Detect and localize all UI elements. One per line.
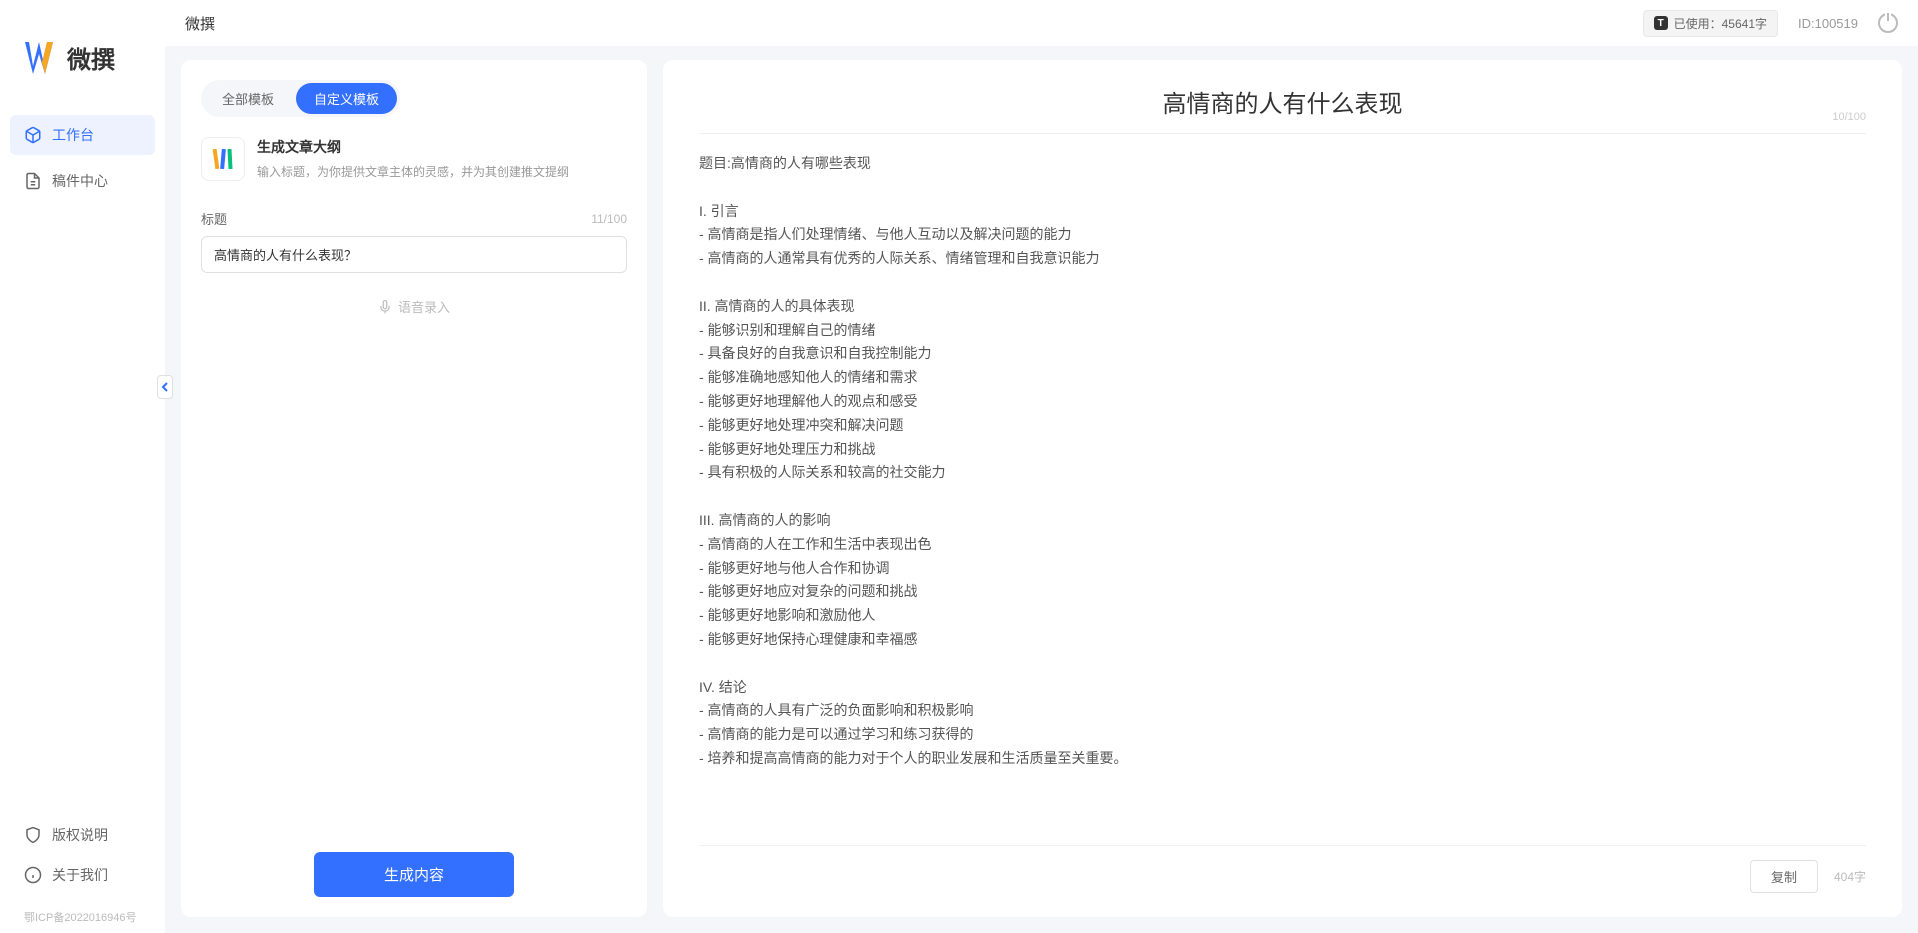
nav-item-drafts[interactable]: 稿件中心 <box>10 161 155 201</box>
footer-nav: 版权说明 关于我们 <box>0 815 165 905</box>
text-icon: T <box>1654 16 1668 30</box>
usage-badge[interactable]: T 已使用：45641字 <box>1643 10 1778 37</box>
output-panel: 高情商的人有什么表现 10/100 题目:高情商的人有哪些表现 I. 引言 - … <box>663 60 1902 917</box>
footer-label: 版权说明 <box>52 825 108 845</box>
sidebar-collapse-button[interactable] <box>157 375 173 399</box>
chevron-left-icon <box>161 382 169 392</box>
char-counter: 11/100 <box>591 212 627 226</box>
nav-item-workbench[interactable]: 工作台 <box>10 115 155 155</box>
user-id: ID:100519 <box>1798 16 1858 31</box>
usage-text: 已使用：45641字 <box>1674 15 1767 32</box>
cube-icon <box>24 126 42 144</box>
header: 微撰 T 已使用：45641字 ID:100519 <box>165 0 1918 46</box>
title-input[interactable] <box>201 236 627 273</box>
main-content: 全部模板 自定义模板 生成文章大纲 输入标题，为你提供文章主体的灵感，并为其创建… <box>165 0 1918 933</box>
footer-about[interactable]: 关于我们 <box>10 855 155 895</box>
template-card: 生成文章大纲 输入标题，为你提供文章主体的灵感，并为其创建推文提纲 <box>201 137 627 181</box>
microphone-icon <box>378 300 392 314</box>
generate-button[interactable]: 生成内容 <box>314 852 514 897</box>
document-icon <box>24 172 42 190</box>
copy-button[interactable]: 复制 <box>1750 860 1818 893</box>
footer-label: 关于我们 <box>52 865 108 885</box>
logo: 微撰 <box>0 20 165 115</box>
shield-icon <box>24 826 42 844</box>
header-right: T 已使用：45641字 ID:100519 <box>1643 10 1898 37</box>
template-icon <box>201 137 245 181</box>
nav-label: 稿件中心 <box>52 171 108 191</box>
page-title: 微撰 <box>185 13 215 34</box>
logo-icon <box>25 42 59 74</box>
sidebar: 微撰 工作台 稿件中心 版权说明 关于我们 鄂ICP备2022016946 <box>0 0 165 933</box>
tab-all-templates[interactable]: 全部模板 <box>204 83 292 114</box>
output-title: 高情商的人有什么表现 <box>699 84 1866 119</box>
input-panel: 全部模板 自定义模板 生成文章大纲 输入标题，为你提供文章主体的灵感，并为其创建… <box>181 60 647 917</box>
word-count: 404字 <box>1834 868 1866 885</box>
output-footer: 复制 404字 <box>699 845 1866 893</box>
icp-text: 鄂ICP备2022016946号 <box>0 905 165 933</box>
template-desc: 输入标题，为你提供文章主体的灵感，并为其创建推文提纲 <box>257 163 569 181</box>
info-icon <box>24 866 42 884</box>
output-top-counter: 10/100 <box>1832 111 1866 123</box>
title-label: 标题 <box>201 209 227 228</box>
brand-name: 微撰 <box>67 40 115 75</box>
footer-copyright[interactable]: 版权说明 <box>10 815 155 855</box>
template-tabs: 全部模板 自定义模板 <box>201 80 400 117</box>
output-body: 题目:高情商的人有哪些表现 I. 引言 - 高情商是指人们处理情绪、与他人互动以… <box>699 152 1866 831</box>
power-button[interactable] <box>1878 13 1898 33</box>
nav-label: 工作台 <box>52 125 94 145</box>
voice-label: 语音录入 <box>398 297 450 316</box>
tab-custom-templates[interactable]: 自定义模板 <box>296 83 397 114</box>
main-nav: 工作台 稿件中心 <box>0 115 165 815</box>
template-title: 生成文章大纲 <box>257 137 569 157</box>
voice-input-button[interactable]: 语音录入 <box>201 297 627 316</box>
